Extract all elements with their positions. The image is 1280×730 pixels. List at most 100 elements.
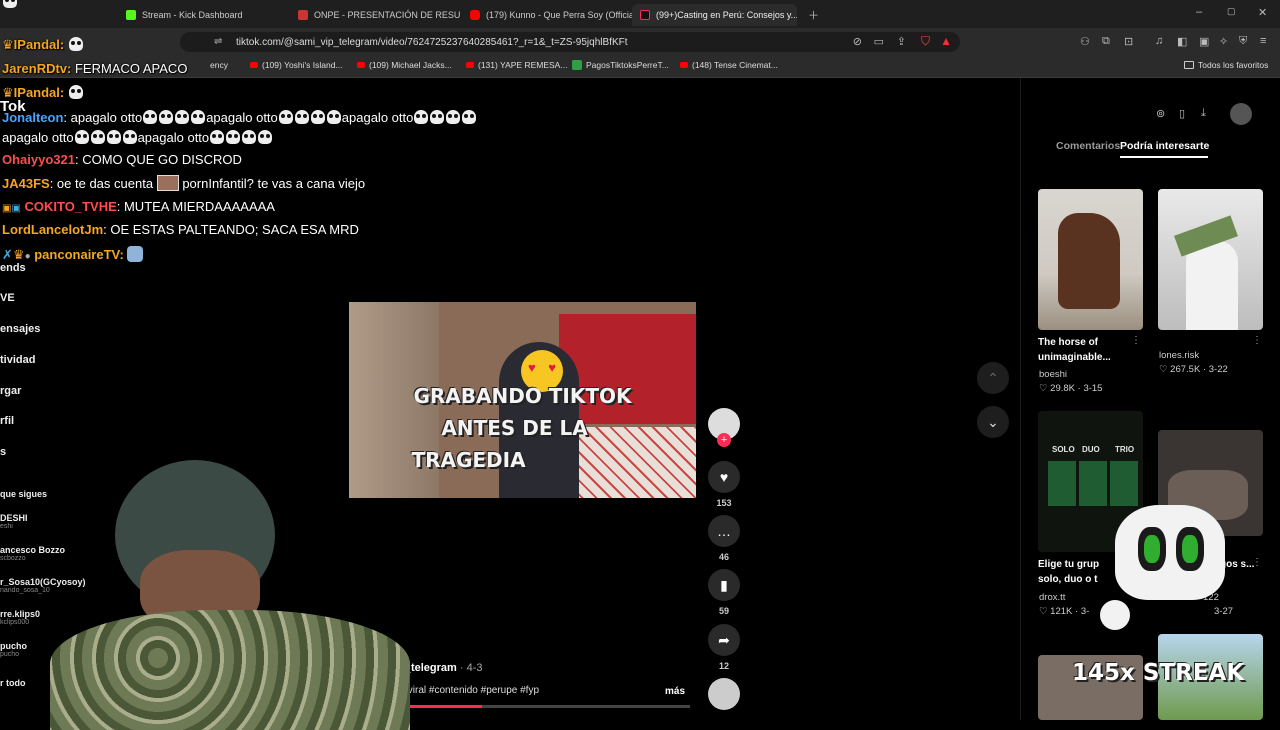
sidebar-icon[interactable]: ◧ (1177, 35, 1187, 48)
crown-badge-icon: ♛ (12, 247, 25, 262)
more-link[interactable]: más (665, 686, 685, 697)
save-icon[interactable]: ▮ (708, 569, 740, 601)
tab-label: (99+)Casting en Perú: Consejos y... (656, 10, 797, 20)
brave-rewards-icon[interactable]: ▲ (940, 34, 952, 48)
music-disc-icon[interactable] (708, 678, 740, 710)
previous-video-button[interactable]: ⌃ (977, 362, 1009, 394)
custom-emote-icon (156, 175, 179, 191)
youtube-icon (470, 10, 480, 20)
video-thumbnail[interactable] (1038, 189, 1143, 330)
skull-emote-icon (226, 130, 241, 144)
following-account[interactable]: pucho pucho (0, 641, 27, 658)
more-options-icon[interactable]: ⋮ (1252, 335, 1262, 346)
following-account[interactable]: rre.klips0 kclips000 (0, 609, 40, 626)
card-user[interactable]: boeshi (1039, 369, 1067, 380)
bookmark-item[interactable]: (109) Michael Jacks... (357, 60, 452, 70)
more-options-icon[interactable]: ⋮ (1252, 557, 1262, 568)
media-icon[interactable]: ♫ (1155, 35, 1163, 47)
chat-username: LordLancelotJm (2, 222, 104, 237)
follow-plus-icon[interactable]: + (717, 433, 731, 447)
card-title[interactable]: The horse of unimaginable... (1038, 335, 1133, 365)
leo-icon[interactable]: ✧ (1219, 35, 1228, 48)
tab-tiktok-active[interactable]: (99+)Casting en Perú: Consejos y... ✕ (632, 4, 797, 26)
chat-text: apagalo otto (137, 130, 210, 145)
chat-username: Ohaiyyo321 (2, 152, 75, 167)
tab-onpe[interactable]: ONPE - PRESENTACIÓN DE RESULTA... (290, 4, 460, 26)
skull-emote-icon (106, 130, 121, 144)
tab-youtube-kunno[interactable]: (179) Kunno - Que Perra Soy (Official... (462, 4, 632, 26)
brave-shield-icon[interactable]: ⛉ (921, 34, 930, 49)
streak-counter: 145x STREAK (1072, 660, 1245, 686)
video-thumbnail[interactable] (1158, 189, 1263, 330)
skull-emote-icon (175, 110, 190, 124)
new-tab-icon[interactable]: ＋ (808, 7, 819, 23)
following-account[interactable]: r todo (0, 678, 26, 688)
chat-message: ✗♛● panconaireTV: (2, 246, 144, 263)
bookmark-item[interactable]: (148) Tense Cinemat... (680, 60, 778, 70)
chat-username: JarenRDtv: (2, 61, 72, 76)
account-name: DESHI (0, 513, 28, 523)
translate-icon[interactable]: ⊘ (853, 35, 862, 48)
chat-text: apagalo otto (341, 110, 414, 125)
more-options-icon[interactable]: ⋮ (1131, 335, 1141, 346)
url-text: tiktok.com/@sami_vip_telegram/video/7624… (236, 36, 628, 48)
profile-avatar[interactable] (1230, 103, 1252, 125)
skull-shape (1115, 505, 1225, 600)
bookmark-item[interactable]: PagosTiktoksPerreT... (572, 60, 669, 70)
share-arrow-icon[interactable]: ➦ (708, 624, 740, 656)
all-bookmarks-button[interactable]: Todos los favoritos (1184, 60, 1268, 70)
minimize-icon[interactable]: – (1196, 6, 1202, 18)
menu-icon[interactable]: ≡ (1260, 35, 1266, 47)
compass-icon[interactable]: ⊚ (1156, 107, 1165, 120)
badge-icon: ▣ (11, 203, 21, 214)
following-account[interactable]: DESHI eshi (0, 513, 28, 530)
phone-icon[interactable]: ▯ (1179, 107, 1185, 120)
maximize-icon[interactable]: ▢ (1227, 6, 1236, 17)
share-icon[interactable]: ⇪ (897, 35, 906, 48)
tab-kick-dashboard[interactable]: Stream - Kick Dashboard (118, 4, 288, 26)
like-icon[interactable]: ♥ (708, 461, 740, 493)
tab-underline (1120, 156, 1208, 158)
card-title[interactable]: Elige tu grup solo, duo o t (1038, 557, 1108, 587)
next-video-button[interactable]: ⌄ (977, 406, 1009, 438)
tab-suggested[interactable]: Podría interesarte (1120, 140, 1209, 152)
skull-eye (1138, 527, 1166, 571)
chat-message: JA43FS: oe te das cuenta pornInfantil? t… (2, 175, 365, 191)
wallet-icon[interactable]: ▣ (1199, 35, 1209, 48)
nav-more[interactable]: s (0, 446, 6, 458)
chat-text: apagalo otto (206, 110, 278, 125)
extension-icon[interactable]: ⚇ (1080, 35, 1090, 48)
nav-messages[interactable]: ensajes (0, 323, 40, 335)
sheets-icon (572, 60, 582, 70)
video-date: 4-3 (466, 662, 483, 674)
all-bookmarks-label: Todos los favoritos (1198, 60, 1269, 70)
puzzle-icon[interactable]: ⧉ (1102, 35, 1110, 48)
chat-message-continued: apagalo otto apagalo otto (2, 130, 273, 145)
chat-message: JarenRDtv: FERMACO APACO (2, 61, 187, 76)
onpe-icon (298, 10, 308, 20)
thumb-label: DUO (1082, 445, 1100, 454)
nav-friends[interactable]: ends (0, 262, 26, 274)
window-close-icon[interactable]: ✕ (1258, 6, 1267, 19)
download-icon[interactable]: ⤓ (1201, 107, 1206, 120)
author-avatar[interactable]: + (708, 408, 740, 447)
youtube-icon (357, 62, 365, 68)
cast-icon[interactable]: ▭ (874, 35, 884, 48)
comment-icon[interactable]: … (708, 515, 740, 547)
tab-search-icon[interactable]: ⊡ (1124, 35, 1133, 48)
bookmark-item[interactable]: (109) Yoshi's Island... (250, 60, 343, 70)
tab-comments[interactable]: Comentarios (1056, 140, 1120, 152)
card-user[interactable]: drox.tt (1039, 592, 1065, 603)
nav-upload[interactable]: rgar (0, 385, 21, 397)
site-info-icon[interactable]: ⇌ (214, 36, 222, 47)
card-user[interactable]: lones.risk (1159, 350, 1199, 361)
nav-profile[interactable]: rfil (0, 415, 14, 427)
url-field[interactable]: ⇌ tiktok.com/@sami_vip_telegram/video/76… (180, 32, 960, 52)
bookmark-item[interactable]: ency (210, 60, 228, 70)
bookmark-item[interactable]: (131) YAPE REMESA... (466, 60, 567, 70)
bookmarks-bar: ency (109) Yoshi's Island... (109) Micha… (0, 56, 1280, 78)
nav-live[interactable]: VE (0, 292, 15, 304)
nav-activity[interactable]: tividad (0, 354, 35, 366)
bookmark-label: PagosTiktoksPerreT... (586, 60, 669, 70)
vpn-icon[interactable]: ⛨ (1239, 35, 1247, 48)
